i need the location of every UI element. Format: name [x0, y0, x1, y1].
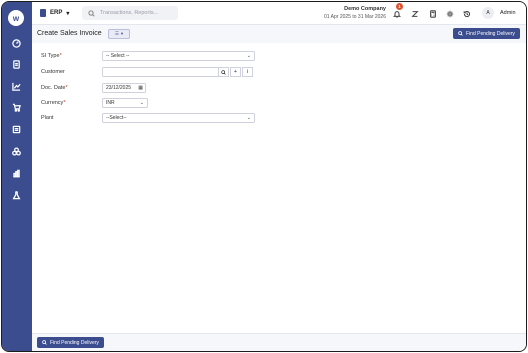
- chevron-down-icon: ▾: [120, 31, 124, 36]
- si-type-select[interactable]: -- Select -- ⌄: [102, 51, 255, 61]
- footer-find-pending-delivery-button[interactable]: Find Pending Delivery: [37, 337, 104, 348]
- fiscal-year-range: 01 Apr 2025 to 31 Mar 2026: [324, 14, 386, 20]
- cart-icon[interactable]: [11, 102, 22, 113]
- ledger-icon[interactable]: [11, 124, 22, 135]
- chevron-down-icon: ▾: [66, 10, 70, 17]
- plus-icon: +: [233, 69, 238, 75]
- module-switcher[interactable]: ERP ▾: [40, 9, 69, 17]
- si-type-value: -- Select --: [106, 53, 130, 59]
- app-logo[interactable]: w: [8, 10, 24, 26]
- search-placeholder: Transactions, Reports...: [100, 10, 159, 16]
- currency-label: Currency*: [41, 100, 66, 106]
- plant-select[interactable]: --Select-- ⌄: [102, 113, 255, 123]
- plant-label: Plant: [41, 115, 54, 121]
- sidebar: w: [2, 2, 32, 351]
- page-footer: Find Pending Delivery: [32, 333, 526, 351]
- si-type-row: SI Type* -- Select -- ⌄: [32, 51, 526, 61]
- calendar-icon[interactable]: ▦: [138, 84, 143, 92]
- reports-icon[interactable]: [11, 168, 22, 179]
- page-header: Create Sales Invoice ☰ ▾ Find Pending De…: [32, 25, 526, 43]
- plant-row: Plant --Select-- ⌄: [32, 113, 526, 123]
- chart-line-icon[interactable]: [11, 81, 22, 92]
- customer-label: Customer: [41, 69, 65, 75]
- page-title: Create Sales Invoice: [37, 30, 102, 37]
- customer-search-button[interactable]: [218, 67, 229, 77]
- user-name[interactable]: Admin: [500, 10, 516, 16]
- customer-info-button[interactable]: i: [242, 67, 253, 77]
- avatar[interactable]: A: [482, 7, 494, 19]
- module-icon: [40, 9, 46, 17]
- company-selector[interactable]: Demo Company 01 Apr 2025 to 31 Mar 2026: [316, 6, 386, 20]
- search-icon: [221, 69, 226, 75]
- find-pending-delivery-button[interactable]: Find Pending Delivery: [453, 28, 520, 39]
- si-type-label: SI Type*: [41, 53, 62, 59]
- add-customer-button[interactable]: +: [230, 67, 241, 77]
- search-icon: [458, 31, 463, 36]
- form-panel: SI Type* -- Select -- ⌄ Customer + i Doc…: [32, 43, 526, 333]
- currency-value: INR: [106, 100, 115, 106]
- inventory-icon[interactable]: [11, 146, 22, 157]
- currency-row: Currency* INR ⌄: [32, 98, 526, 108]
- zap-icon[interactable]: [410, 9, 419, 18]
- history-icon[interactable]: [462, 9, 471, 18]
- calculator-icon[interactable]: [428, 9, 437, 18]
- list-icon: ☰: [114, 31, 119, 36]
- flask-icon[interactable]: [11, 190, 22, 201]
- footer-find-pending-delivery-label: Find Pending Delivery: [50, 339, 99, 346]
- customer-row: Customer + i: [32, 67, 526, 77]
- document-icon[interactable]: [11, 59, 22, 70]
- plant-value: --Select--: [106, 115, 127, 121]
- bell-icon[interactable]: [392, 9, 401, 18]
- company-name: Demo Company: [344, 6, 386, 12]
- search-icon: [42, 340, 47, 345]
- customer-input[interactable]: [102, 67, 219, 77]
- top-bar: ERP ▾ Transactions, Reports... Demo Comp…: [32, 2, 526, 25]
- view-options-button[interactable]: ☰ ▾: [108, 29, 130, 39]
- chevron-down-icon: ⌄: [246, 115, 251, 121]
- doc-date-input[interactable]: 23/12/2025 ▦: [102, 83, 146, 93]
- module-label: ERP: [50, 10, 63, 16]
- doc-date-row: Doc. Date* 23/12/2025 ▦: [32, 83, 526, 93]
- chevron-down-icon: ⌄: [246, 53, 251, 59]
- currency-select[interactable]: INR ⌄: [102, 98, 148, 108]
- find-pending-delivery-label: Find Pending Delivery: [466, 30, 515, 37]
- dashboard-icon[interactable]: [11, 38, 22, 49]
- app-window: w ERP ▾ Transactions, Reports... Demo Co…: [1, 1, 527, 352]
- chevron-down-icon: ⌄: [139, 100, 144, 106]
- doc-date-label: Doc. Date*: [41, 85, 68, 91]
- doc-date-value: 23/12/2025: [106, 85, 132, 91]
- notification-badge: 1: [396, 3, 403, 10]
- search-icon: [88, 9, 95, 17]
- gear-icon[interactable]: [445, 9, 454, 18]
- global-search[interactable]: Transactions, Reports...: [82, 6, 178, 20]
- info-icon: i: [246, 69, 249, 75]
